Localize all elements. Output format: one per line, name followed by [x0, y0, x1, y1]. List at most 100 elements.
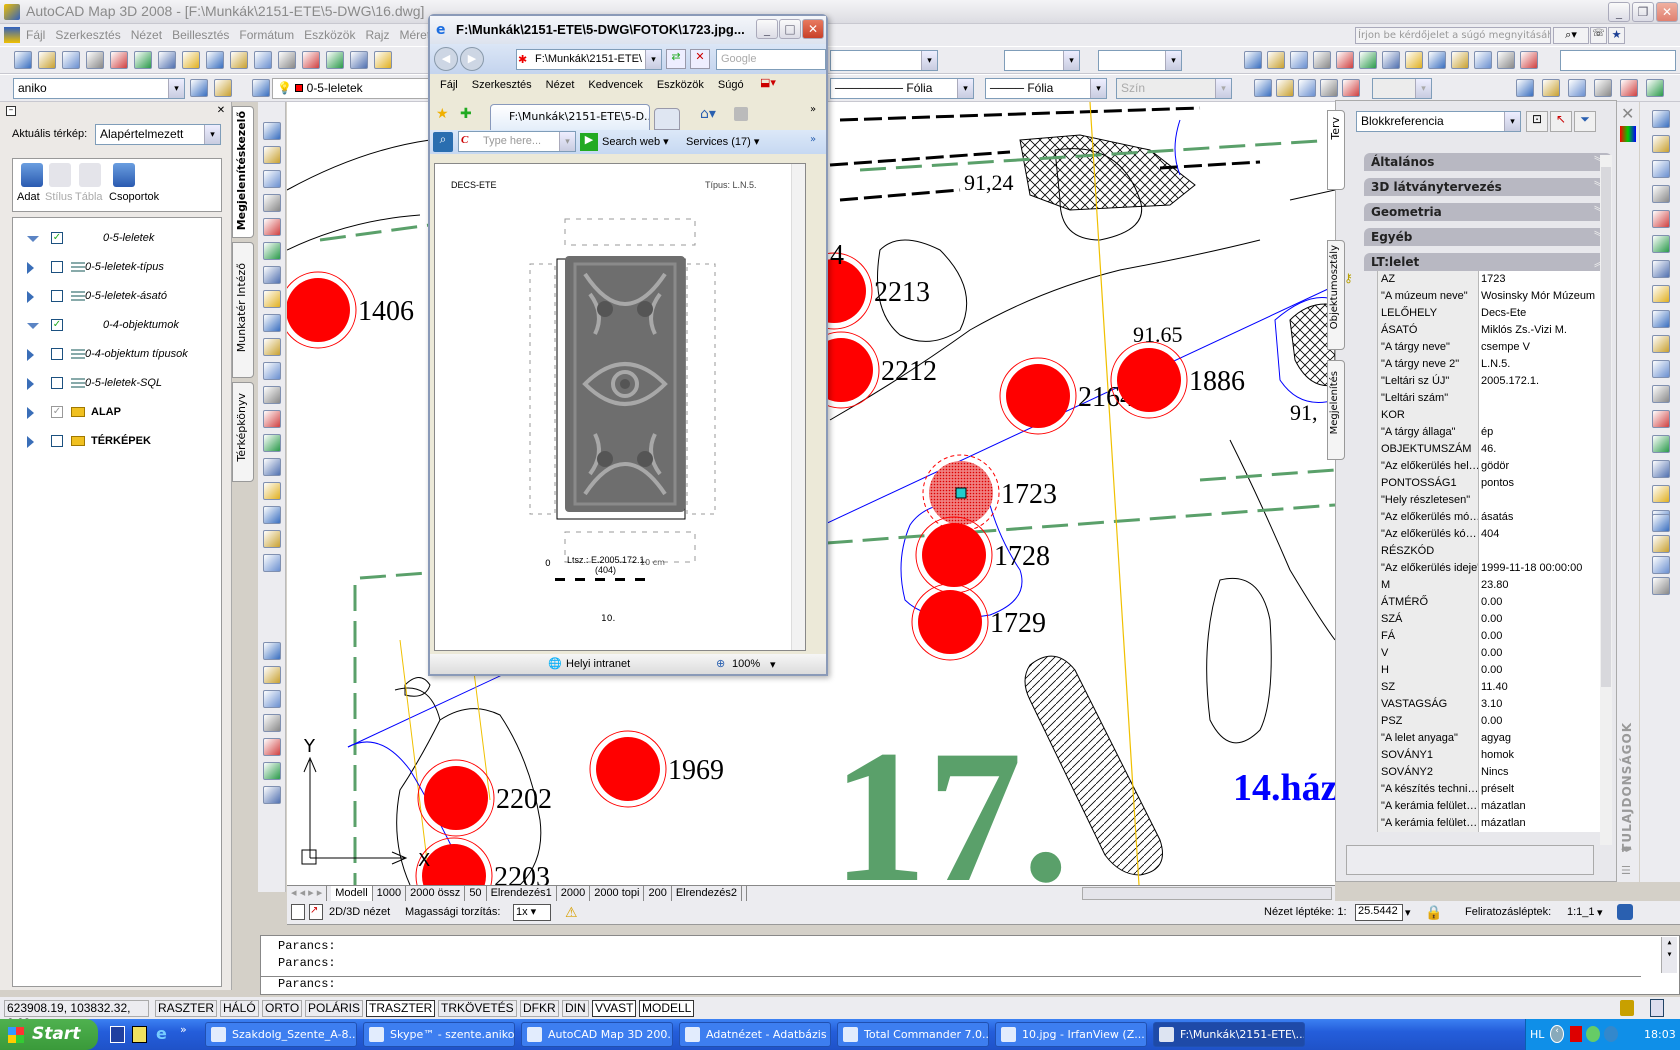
color-combo[interactable]: Szín ▾ — [1116, 78, 1232, 99]
ie-menu-item[interactable]: Eszközök — [657, 79, 704, 91]
tree-item[interactable]: 0-5-leletek-ásató — [13, 286, 221, 306]
zoom-dropdown-arrow[interactable]: ▾ — [770, 658, 776, 671]
tree-item[interactable]: 0-5-leletek-típus — [13, 257, 221, 277]
property-row[interactable]: PSZ 0.00 — [1377, 713, 1607, 730]
feature-marker[interactable] — [287, 278, 350, 342]
tray-alert-icon[interactable] — [1570, 1026, 1582, 1042]
property-value[interactable]: 0.00 — [1479, 662, 1607, 679]
layout-tab[interactable]: 2000 topi — [590, 886, 645, 901]
property-value[interactable]: 1999-11-18 00:00:00 — [1479, 560, 1607, 577]
layer-manager-icon[interactable] — [252, 79, 270, 97]
layer-combo[interactable]: 💡 0-5-leletek — [272, 78, 432, 99]
section-header[interactable]: Általános︾ — [1364, 153, 1612, 171]
property-row[interactable]: "Az előkerülés ideje" 1999-11-18 00:00:00 — [1377, 560, 1607, 577]
visibility-checkbox[interactable]: ✓ — [51, 232, 63, 244]
property-row[interactable]: "Az előkerülés mó… ásatás — [1377, 509, 1607, 526]
property-value[interactable]: ép — [1479, 424, 1607, 441]
expand-icon[interactable] — [27, 349, 34, 361]
single-viewport-icon[interactable] — [1276, 79, 1294, 97]
restore-button[interactable]: ❐ — [1632, 2, 1654, 22]
layout-tab[interactable]: 50 — [465, 886, 487, 901]
copy-icon[interactable] — [206, 51, 224, 69]
ie-menu-item[interactable]: Kedvencek — [588, 79, 642, 91]
property-value[interactable]: 0.00 — [1479, 628, 1607, 645]
open-icon[interactable] — [38, 51, 56, 69]
scale-input[interactable]: 25.5442 — [1355, 904, 1403, 921]
multileader-style-combo[interactable]: ▾ — [1098, 50, 1182, 71]
tray-expand-icon[interactable]: ‹ — [1550, 1025, 1564, 1043]
property-row[interactable]: RÉSZKÓD — [1377, 543, 1607, 560]
property-row[interactable]: ÁSATÓ Miklós Zs.-Vizi M. — [1377, 322, 1607, 339]
object-type-combo[interactable]: Blokkreferencia ▾ — [1356, 111, 1521, 132]
visibility-checkbox[interactable] — [51, 435, 63, 447]
spline-icon[interactable] — [263, 314, 281, 332]
property-row[interactable]: "A tárgy neve 2" L.N.5. — [1377, 356, 1607, 373]
ie-tab[interactable]: F:\Munkák\2151-ETE\5-D... — [490, 104, 650, 130]
extend-icon[interactable] — [1652, 360, 1670, 378]
taskbar-item[interactable]: 10.jpg - IrfanView (Z... — [995, 1022, 1147, 1047]
camera-icon[interactable] — [1497, 51, 1515, 69]
redo-icon[interactable] — [326, 51, 344, 69]
property-value[interactable]: 0.00 — [1479, 713, 1607, 730]
property-value[interactable]: préselt — [1479, 781, 1607, 798]
property-row[interactable]: "A készítés techni… préselt — [1377, 781, 1607, 798]
expand-icon[interactable] — [27, 378, 34, 390]
property-value[interactable]: 404 — [1479, 526, 1607, 543]
ellipse-arc-icon[interactable] — [263, 362, 281, 380]
property-value[interactable] — [1479, 543, 1607, 560]
tree-item[interactable]: 0-4-objektum típusok — [13, 344, 221, 364]
ie-minimize-button[interactable]: _ — [756, 19, 778, 39]
feature-marker[interactable] — [1006, 364, 1070, 428]
arc-icon[interactable] — [263, 242, 281, 260]
ie-close-button[interactable]: ✕ — [802, 19, 824, 39]
horizontal-scrollbar[interactable] — [1082, 887, 1332, 900]
menu-item[interactable]: Rajz — [365, 24, 389, 46]
command-prompt[interactable]: Parancs: — [261, 976, 1641, 991]
expand-icon[interactable] — [27, 262, 34, 274]
status-toggle-raszter[interactable]: RASZTER — [155, 1000, 218, 1017]
property-row[interactable]: V 0.00 — [1377, 645, 1607, 662]
property-value[interactable]: Wosinsky Mór Múzeum — [1479, 288, 1607, 305]
property-value[interactable]: 0.00 — [1479, 645, 1607, 662]
map-export-icon[interactable] — [263, 762, 281, 780]
tool-label-stílus[interactable]: Stílus — [45, 191, 73, 203]
feature-marker[interactable] — [424, 766, 488, 830]
circle-icon[interactable] — [263, 266, 281, 284]
block-editor-icon[interactable] — [278, 51, 296, 69]
property-value[interactable]: homok — [1479, 747, 1607, 764]
array-icon[interactable] — [1652, 210, 1670, 228]
communication-center-icon[interactable]: ☏ — [1590, 27, 1607, 44]
chevron-more-icon[interactable]: » — [810, 104, 816, 115]
quicklaunch-floppy-icon[interactable] — [110, 1026, 125, 1043]
property-row[interactable]: AZ 1723 — [1377, 271, 1607, 288]
feature-2202[interactable]: 2202 — [417, 759, 552, 837]
status-toggle-din[interactable]: DIN — [562, 1000, 589, 1017]
section-header[interactable]: 3D látványtervezés︾ — [1364, 178, 1612, 196]
construction-line-icon[interactable] — [263, 146, 281, 164]
favorites-star-icon[interactable]: ★ — [1608, 27, 1625, 44]
palette-menu-icon[interactable]: ☰ — [1621, 864, 1631, 877]
view-combo[interactable] — [1560, 50, 1676, 71]
polyline-icon[interactable] — [263, 170, 281, 188]
tool-label-csoportok[interactable]: Csoportok — [109, 191, 159, 203]
feature-marker[interactable] — [918, 590, 982, 654]
feature-1729[interactable]: 1729 — [911, 583, 1046, 661]
tab-nav-arrows[interactable]: ◂ ◂ ▸ ▸ — [287, 886, 328, 901]
current-map-combo[interactable]: Alapértelmezett ▾ — [95, 124, 221, 145]
viewport-scale-icon[interactable] — [1342, 79, 1360, 97]
taskbar-item[interactable]: Skype™ - szente.aniko — [363, 1022, 515, 1047]
layout-tab[interactable]: 2000 össz — [406, 886, 466, 901]
tool-label-adat[interactable]: Adat — [17, 191, 40, 203]
tab-display-manager[interactable]: Megjelenítéskezelő — [232, 106, 254, 238]
view-toggle[interactable]: 2D/3D nézet — [329, 906, 390, 918]
property-row[interactable]: "A tárgy neve" csempe V — [1377, 339, 1607, 356]
toggle-pickadd-icon[interactable]: ⊡ — [1526, 111, 1548, 132]
layout-tab[interactable]: 200 — [644, 886, 672, 901]
close-pane-icon[interactable]: ✕ — [216, 106, 226, 116]
tab-terv[interactable]: Terv — [1327, 110, 1345, 190]
expand-icon[interactable] — [27, 291, 34, 303]
view-right-icon[interactable] — [1336, 51, 1354, 69]
search-web-button[interactable]: Search web ▾ — [602, 135, 669, 148]
view-left-icon[interactable] — [1313, 51, 1331, 69]
draw-order-front-icon[interactable] — [1652, 514, 1670, 532]
